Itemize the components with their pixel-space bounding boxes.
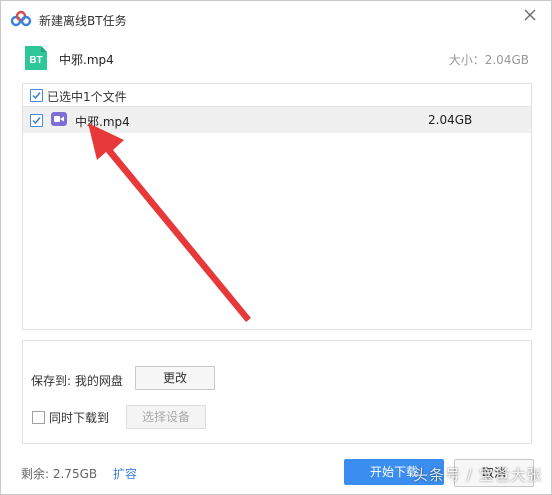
close-button[interactable] [519,6,541,26]
torrent-name: 中邪.mp4 [59,53,114,67]
file-name: 中邪.mp4 [75,115,130,129]
offline-bt-task-dialog: 新建离线BT任务 BT 中邪.mp4 大小：2.04GB 已选中1个文件 中邪.… [0,0,552,495]
remaining-storage: 剩余: 2.75GB [21,467,98,481]
sync-download-checkbox[interactable] [32,411,45,424]
select-device-button[interactable]: 选择设备 [126,405,206,429]
bt-file-icon: BT [25,46,47,70]
save-location-label: 保存到: 我的网盘 [31,374,123,388]
file-checkbox[interactable] [30,114,43,127]
selection-count: 已选中1个文件 [47,90,127,104]
file-size: 2.04GB [428,113,473,127]
file-list-header: 已选中1个文件 [23,84,531,107]
title-bar: 新建离线BT任务 [1,1,551,38]
torrent-size: 大小：2.04GB [448,53,529,67]
app-logo-icon [10,10,32,28]
file-list: 已选中1个文件 中邪.mp4 2.04GB [22,83,532,330]
video-file-icon [51,112,67,126]
checkmark-icon [32,92,41,100]
change-location-button[interactable]: 更改 [135,366,215,390]
save-panel: 保存到: 我的网盘 更改 同时下载到 选择设备 [22,340,532,444]
window-title: 新建离线BT任务 [39,14,127,28]
close-icon [524,9,536,21]
watermark: 头条号 / 宝爸大张 [413,466,543,484]
svg-text:BT: BT [29,55,42,66]
select-all-checkbox[interactable] [30,89,43,102]
checkmark-icon [32,117,41,125]
file-row[interactable]: 中邪.mp4 2.04GB [23,107,531,133]
expand-storage-link[interactable]: 扩容 [113,465,137,482]
sync-download-label: 同时下载到 [49,411,110,425]
